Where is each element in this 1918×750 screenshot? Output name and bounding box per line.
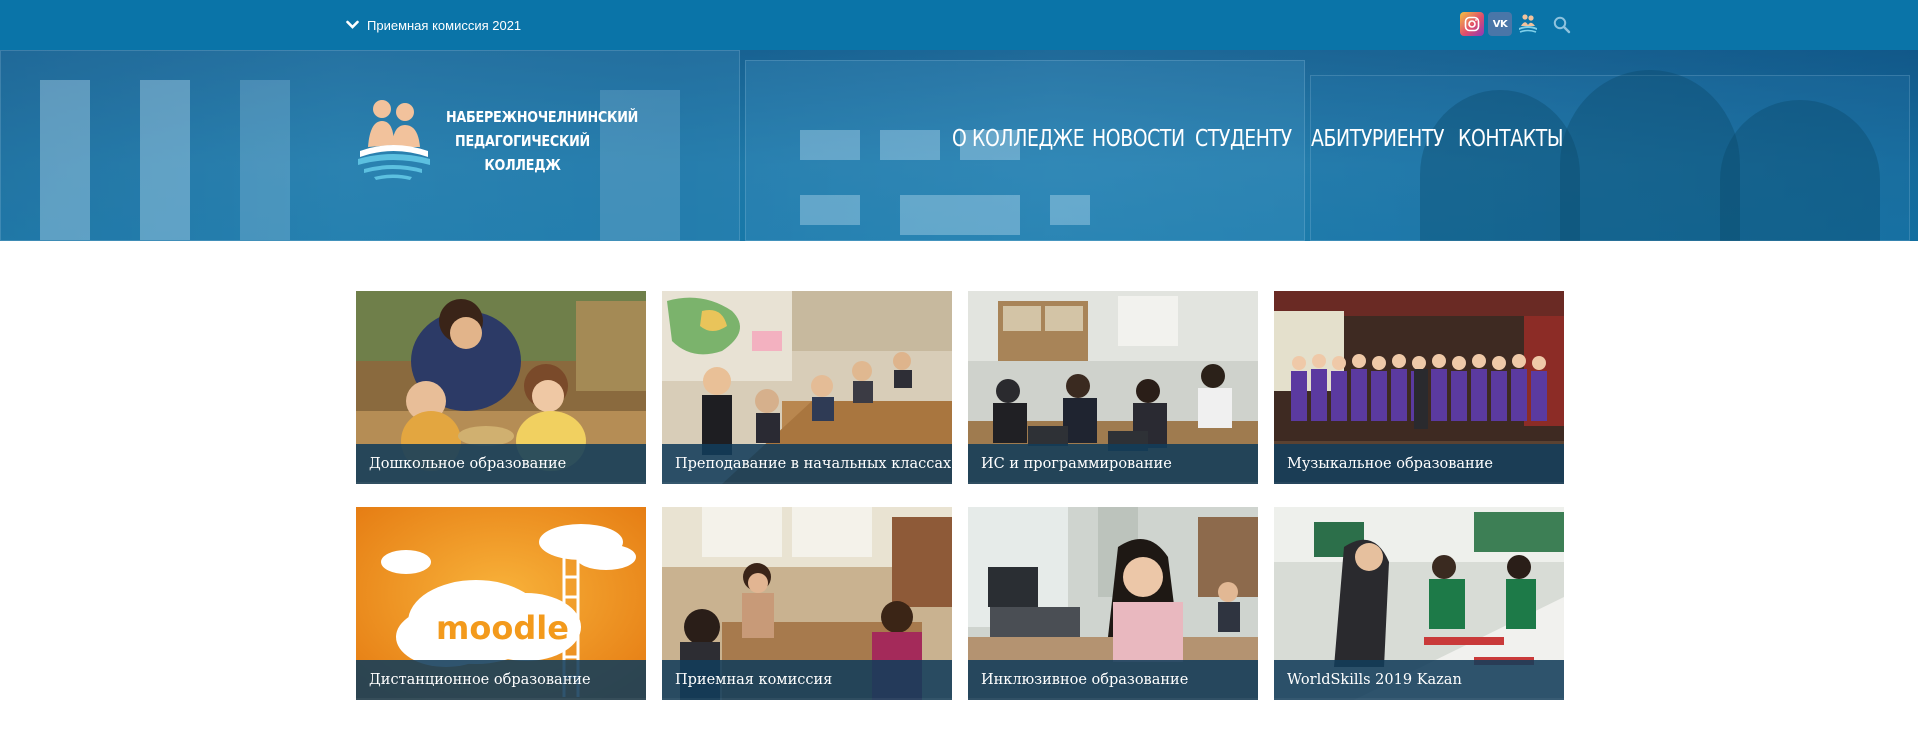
nav-news[interactable]: НОВОСТИ xyxy=(1092,126,1185,152)
program-tile-music[interactable]: Музыкальное образование xyxy=(1274,291,1564,484)
chevron-down-icon xyxy=(346,20,359,29)
program-tile-admissions[interactable]: Приемная комиссия xyxy=(662,507,952,700)
banner-window xyxy=(240,80,290,240)
admissions-menu-label: Приемная комиссия 2021 xyxy=(367,17,522,33)
college-logo xyxy=(358,100,430,180)
program-tile-caption: Преподавание в начальных классах xyxy=(662,444,952,484)
banner-window xyxy=(40,80,90,240)
program-tile-inclusive[interactable]: Инклюзивное образование xyxy=(968,507,1258,700)
program-tile-worldskills[interactable]: WorldSkills 2019 Kazan xyxy=(1274,507,1564,700)
instagram-icon[interactable] xyxy=(1460,12,1484,36)
program-tile-caption: Дошкольное образование xyxy=(356,444,646,484)
program-tile-caption: Дистанционное образование xyxy=(356,660,646,700)
program-tile-caption: ИС и программирование xyxy=(968,444,1258,484)
college-name-line: КОЛЛЕДЖ xyxy=(484,156,561,174)
program-tile-caption: Инклюзивное образование xyxy=(968,660,1258,700)
nav-about-college[interactable]: О КОЛЛЕДЖЕ xyxy=(952,126,1085,152)
program-tile-caption: Музыкальное образование xyxy=(1274,444,1564,484)
banner-window xyxy=(880,130,940,160)
nav-contacts[interactable]: КОНТАКТЫ xyxy=(1458,126,1564,152)
moodle-logo-text: moodle xyxy=(436,609,569,647)
top-bar: Приемная комиссия 2021 VK xyxy=(0,0,1918,50)
admissions-menu-toggle[interactable]: Приемная комиссия 2021 xyxy=(346,14,521,36)
search-icon[interactable] xyxy=(1552,15,1572,35)
banner-window xyxy=(140,80,190,240)
nav-applicant[interactable]: АБИТУРИЕНТУ xyxy=(1311,126,1444,152)
main-navigation: О КОЛЛЕДЖЕ xyxy=(952,126,1113,152)
program-tile-is-programming[interactable]: ИС и программирование xyxy=(968,291,1258,484)
college-brand[interactable]: НАБЕРЕЖНОЧЕЛНИНСКИЙ ПЕДАГОГИЧЕСКИЙ КОЛЛЕ… xyxy=(350,95,639,187)
college-logo-icon[interactable] xyxy=(1516,12,1540,36)
banner-window xyxy=(900,195,1020,235)
program-tile-preschool[interactable]: Дошкольное образование xyxy=(356,291,646,484)
program-tile-primary-teaching[interactable]: Преподавание в начальных классах xyxy=(662,291,952,484)
vk-icon[interactable]: VK xyxy=(1488,12,1512,36)
program-tile-distance[interactable]: moodle Дистанционное образование xyxy=(356,507,646,700)
program-tile-caption: WorldSkills 2019 Kazan xyxy=(1274,660,1564,700)
banner-window xyxy=(800,195,860,225)
college-name: НАБЕРЕЖНОЧЕЛНИНСКИЙ ПЕДАГОГИЧЕСКИЙ КОЛЛЕ… xyxy=(446,105,639,177)
nav-student[interactable]: СТУДЕНТУ xyxy=(1195,126,1292,152)
social-links: VK xyxy=(1460,12,1540,36)
banner-window xyxy=(800,130,860,160)
college-name-line: ПЕДАГОГИЧЕСКИЙ xyxy=(455,132,590,150)
program-tile-caption: Приемная комиссия xyxy=(662,660,952,700)
banner-window xyxy=(1050,195,1090,225)
college-name-line: НАБЕРЕЖНОЧЕЛНИНСКИЙ xyxy=(446,108,639,126)
